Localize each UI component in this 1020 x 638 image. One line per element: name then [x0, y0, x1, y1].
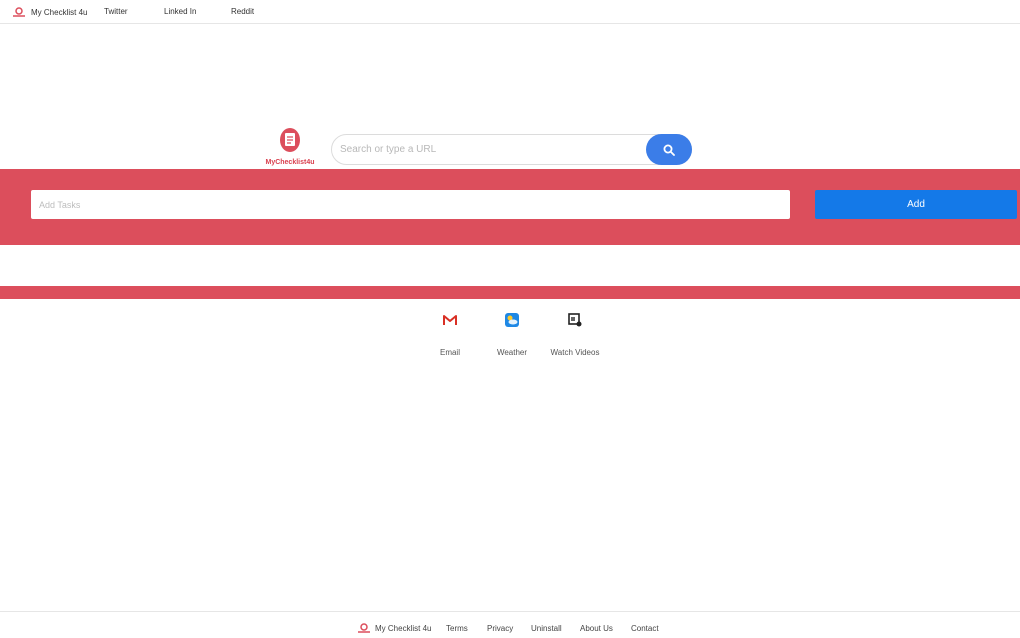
nav-link-linkedin[interactable]: Linked In — [164, 7, 196, 16]
divider-band — [0, 286, 1020, 299]
shortcut-label: Weather — [496, 348, 528, 357]
search-input[interactable] — [332, 135, 646, 164]
footer-link-uninstall[interactable]: Uninstall — [531, 624, 562, 633]
search-icon — [663, 144, 675, 156]
nav-link-twitter[interactable]: Twitter — [104, 7, 128, 16]
weather-icon — [502, 310, 522, 330]
brand-logo-icon — [13, 7, 25, 17]
top-brand[interactable]: My Checklist 4u — [12, 7, 87, 17]
main-logo: MyChecklist4u — [262, 127, 318, 166]
search-button[interactable] — [646, 134, 692, 165]
logo-text: MyChecklist4u — [265, 159, 315, 166]
shortcut-watch-videos[interactable]: Watch Videos — [540, 310, 610, 357]
shortcut-label: Watch Videos — [550, 348, 600, 357]
search-bar — [331, 134, 692, 165]
task-bar: Add — [0, 169, 1020, 245]
footer-brand[interactable]: My Checklist 4u — [375, 624, 431, 633]
footer-link-terms[interactable]: Terms — [446, 624, 468, 633]
gmail-icon — [440, 310, 460, 330]
footer: My Checklist 4u Terms Privacy Uninstall … — [0, 611, 1020, 638]
shortcut-weather[interactable]: Weather — [477, 310, 547, 357]
top-navigation: My Checklist 4u Twitter Linked In Reddit — [0, 0, 1020, 24]
checklist-logo-icon — [280, 128, 300, 152]
shortcut-email[interactable]: Email — [415, 310, 485, 357]
top-brand-text: My Checklist 4u — [31, 7, 88, 17]
add-task-button[interactable]: Add — [815, 190, 1017, 219]
footer-logo-icon — [358, 623, 370, 633]
nav-link-reddit[interactable]: Reddit — [231, 7, 254, 16]
shortcut-label: Email — [439, 348, 460, 357]
footer-link-about-us[interactable]: About Us — [580, 624, 613, 633]
footer-link-privacy[interactable]: Privacy — [487, 624, 513, 633]
video-icon — [565, 310, 585, 330]
footer-link-contact[interactable]: Contact — [631, 624, 659, 633]
add-tasks-input[interactable] — [31, 190, 790, 219]
